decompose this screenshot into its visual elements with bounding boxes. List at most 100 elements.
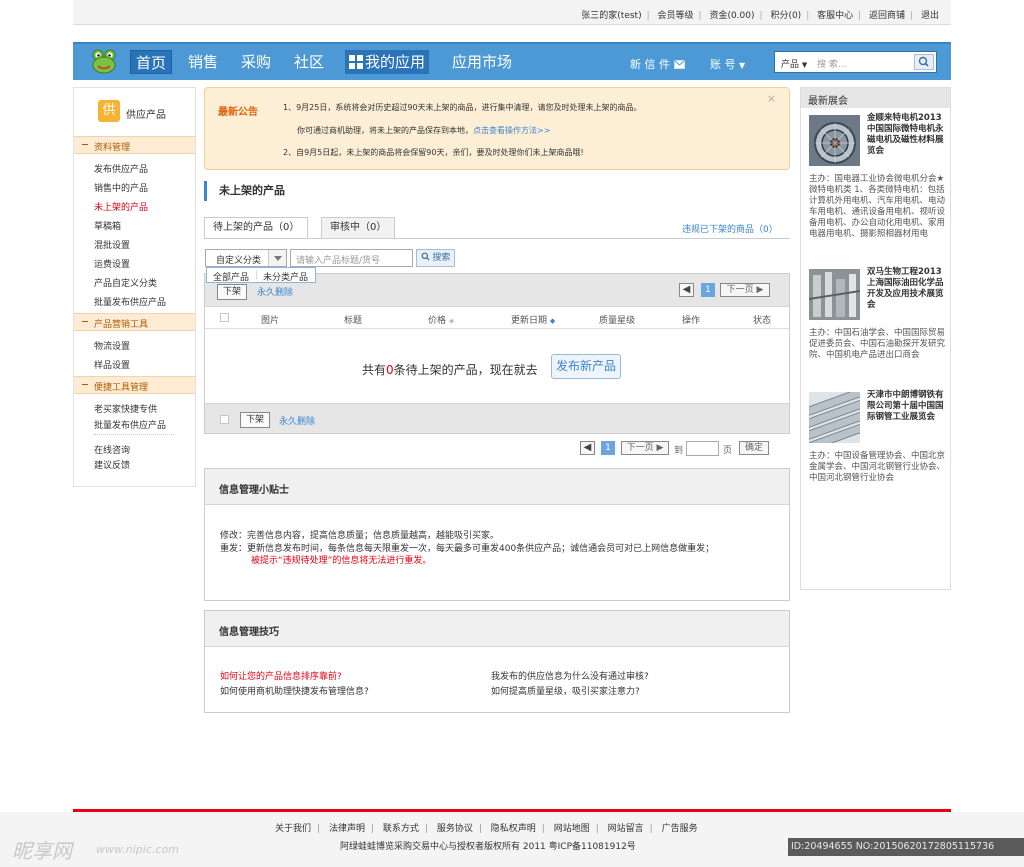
sidebar-item-on-sale[interactable]: 销售中的产品 [94, 181, 148, 194]
col-updated[interactable]: 更新日期 ◆ [511, 313, 555, 326]
select-all-checkbox-bottom[interactable] [220, 415, 229, 424]
next-page-button[interactable]: 下一页 ▶ [720, 283, 770, 297]
nav-community[interactable]: 社区 [289, 50, 329, 74]
tips-title: 信息管理小贴士 [219, 485, 289, 496]
sidebar-item-batch-publish[interactable]: 批量发布供应产品 [94, 295, 166, 308]
grid-icon [349, 55, 363, 69]
expo-image-oilfield[interactable] [809, 269, 860, 320]
sidebar-item-mixed-wholesale[interactable]: 混批设置 [94, 238, 130, 251]
tab-pending[interactable]: 待上架的产品（0） [204, 217, 309, 239]
sidebar-section-data-management[interactable]: 资料管理 [74, 136, 195, 154]
keyword-input[interactable]: 请输入产品标题/货号 [290, 249, 413, 267]
announcement-box: 最新公告 1、9月25日，系统将会对历史超过90天未上架的商品，进行集中清理，请… [204, 87, 790, 170]
search-category-select[interactable]: 产品 ▼ [781, 57, 807, 70]
publish-new-product-button[interactable]: 发布新产品 [551, 354, 622, 379]
sidebar-item-shipping[interactable]: 运费设置 [94, 257, 130, 270]
unlist-button[interactable]: 下架 [217, 284, 247, 300]
frog-logo-icon[interactable] [91, 48, 117, 74]
sidebar-section-tools[interactable]: 便捷工具管理 [74, 376, 195, 394]
nav-home[interactable]: 首页 [130, 50, 173, 74]
expo-item-title[interactable]: 天津市中朗博钢铁有限公司第十届中国国际钢管工业展览会 [867, 390, 947, 423]
confirm-page-button[interactable]: 确定 [739, 441, 769, 455]
nav-account[interactable]: 账 号 ▼ [710, 56, 745, 72]
unlist-button-bottom[interactable]: 下架 [240, 412, 270, 428]
footer-link-terms[interactable]: 服务协议 [437, 824, 473, 834]
top-links: 张三的家(test) | 会员等级 | 资金(0.00) | 积分(0) | 客服中心 |… [581, 11, 939, 21]
page-number-bottom[interactable]: 1 [601, 441, 615, 455]
sidebar-item-logistics[interactable]: 物流设置 [94, 339, 130, 352]
col-actions: 操作 [682, 316, 701, 326]
skill-link-review[interactable]: 我发布的供应信息为什么没有通过审核? [491, 669, 649, 682]
operation-guide-link[interactable]: 点击查看操作方法>> [473, 126, 550, 135]
expo-image-steel-pipe[interactable] [809, 392, 860, 443]
logout-link[interactable]: 退出 [921, 11, 939, 21]
funds-link[interactable]: 资金(0.00) [709, 11, 754, 21]
nav-messages[interactable]: 新 信 件 [630, 56, 685, 72]
search-input[interactable]: 搜 索... [817, 57, 846, 70]
col-price[interactable]: 价格 ◈ [428, 313, 454, 326]
back-to-shop-link[interactable]: 返回商铺 [869, 11, 905, 21]
search-button[interactable] [914, 54, 934, 70]
skill-link-assistant[interactable]: 如何使用商机助理快捷发布管理信息? [220, 684, 369, 697]
expo-image-gear[interactable] [809, 115, 860, 166]
close-icon[interactable]: × [767, 92, 776, 105]
expo-item-title[interactable]: 双马生物工程2013上海国际油田化学品开发及应用技术展览会 [867, 267, 947, 311]
mail-icon [673, 60, 685, 69]
sidebar-item-batch-publish-2[interactable]: 批量发布供应产品 [94, 418, 166, 431]
nav-my-apps[interactable]: 我的应用 [345, 50, 430, 74]
select-all-checkbox[interactable] [220, 313, 229, 322]
top-bar: 张三的家(test) | 会员等级 | 资金(0.00) | 积分(0) | 客服中心 |… [73, 0, 951, 25]
tips-header: 信息管理小贴士 [205, 469, 789, 505]
tab-review[interactable]: 审核中（0） [321, 217, 396, 238]
filter-search-button[interactable]: 搜索 [416, 249, 455, 267]
sidebar-item-drafts[interactable]: 草稿箱 [94, 219, 121, 232]
skill-link-quality[interactable]: 如何提高质量星级，吸引买家注意力? [491, 684, 640, 697]
custom-category-select[interactable]: 自定义分类 [205, 249, 287, 267]
sidebar-item-custom-category[interactable]: 产品自定义分类 [94, 276, 157, 289]
dropdown-separator: | [255, 270, 259, 280]
service-center-link[interactable]: 客服中心 [817, 11, 853, 21]
skill-link-ranking[interactable]: 如何让您的产品信息排序靠前? [220, 669, 342, 682]
nav-app-market[interactable]: 应用市场 [447, 50, 517, 74]
next-page-button-bottom[interactable]: 下一页 ▶ [621, 441, 669, 455]
skills-header: 信息管理技巧 [205, 611, 789, 647]
violation-removed-link[interactable]: 违规已下架的商品（0） [682, 222, 778, 235]
chevron-down-icon: ▼ [801, 61, 808, 69]
prev-page-button[interactable]: ◀ [679, 283, 694, 297]
footer-link-sitemap[interactable]: 网站地图 [554, 824, 590, 834]
footer-link-legal[interactable]: 法律声明 [329, 824, 365, 834]
footer-link-privacy[interactable]: 隐私权声明 [491, 824, 536, 834]
dropdown-option-uncategorized[interactable]: 未分类产品 [263, 270, 308, 283]
dropdown-option-all[interactable]: 全部产品 [213, 270, 249, 283]
prev-page-button-bottom[interactable]: ◀ [580, 441, 595, 455]
expo-item-title[interactable]: 金顺来特电机2013中国国际微特电机永磁电机及磁性材料展览会 [867, 113, 947, 157]
announcement-line-2-text: 你可通过商机助理，将未上架的产品保存到本地， [297, 126, 473, 135]
col-price-label: 价格 [428, 316, 447, 326]
sidebar-item-publish-supply[interactable]: 发布供应产品 [94, 162, 148, 175]
page-number[interactable]: 1 [701, 283, 715, 297]
expo-item-desc: 主办：国电器工业协会微电机分会★微特电机类 1、各类微特电机：包括计算机外用电机… [809, 174, 946, 239]
footer-link-contact[interactable]: 联系方式 [383, 824, 419, 834]
nav-sales[interactable]: 销售 [183, 50, 223, 74]
page-jump-input[interactable] [686, 441, 719, 456]
user-link[interactable]: 张三的家(test) [581, 11, 641, 21]
collapse-icon [82, 144, 88, 145]
sidebar-item-online-consult[interactable]: 在线咨询 [94, 443, 130, 456]
footer-link-message[interactable]: 网站留言 [608, 824, 644, 834]
empty-count: 0 [386, 363, 394, 377]
sidebar-item-unlisted[interactable]: 未上架的产品 [94, 200, 148, 213]
sidebar-item-old-buyers[interactable]: 老买家快捷专供 [94, 402, 157, 415]
nav-purchase[interactable]: 采购 [236, 50, 276, 74]
footer-link-about[interactable]: 关于我们 [275, 824, 311, 834]
delete-permanently-link-bottom[interactable]: 永久删除 [279, 414, 315, 427]
section-title: 便捷工具管理 [94, 383, 149, 393]
delete-permanently-link[interactable]: 永久删除 [257, 285, 293, 298]
member-level-link[interactable]: 会员等级 [658, 11, 694, 21]
sidebar-item-samples[interactable]: 样品设置 [94, 358, 130, 371]
col-status: 状态 [753, 316, 772, 326]
footer-link-ads[interactable]: 广告服务 [662, 824, 698, 834]
category-dropdown: 全部产品 | 未分类产品 [206, 267, 316, 283]
sidebar-section-marketing[interactable]: 产品营销工具 [74, 313, 195, 331]
points-link[interactable]: 积分(0) [770, 11, 801, 21]
sidebar-item-feedback[interactable]: 建议反馈 [94, 458, 130, 471]
